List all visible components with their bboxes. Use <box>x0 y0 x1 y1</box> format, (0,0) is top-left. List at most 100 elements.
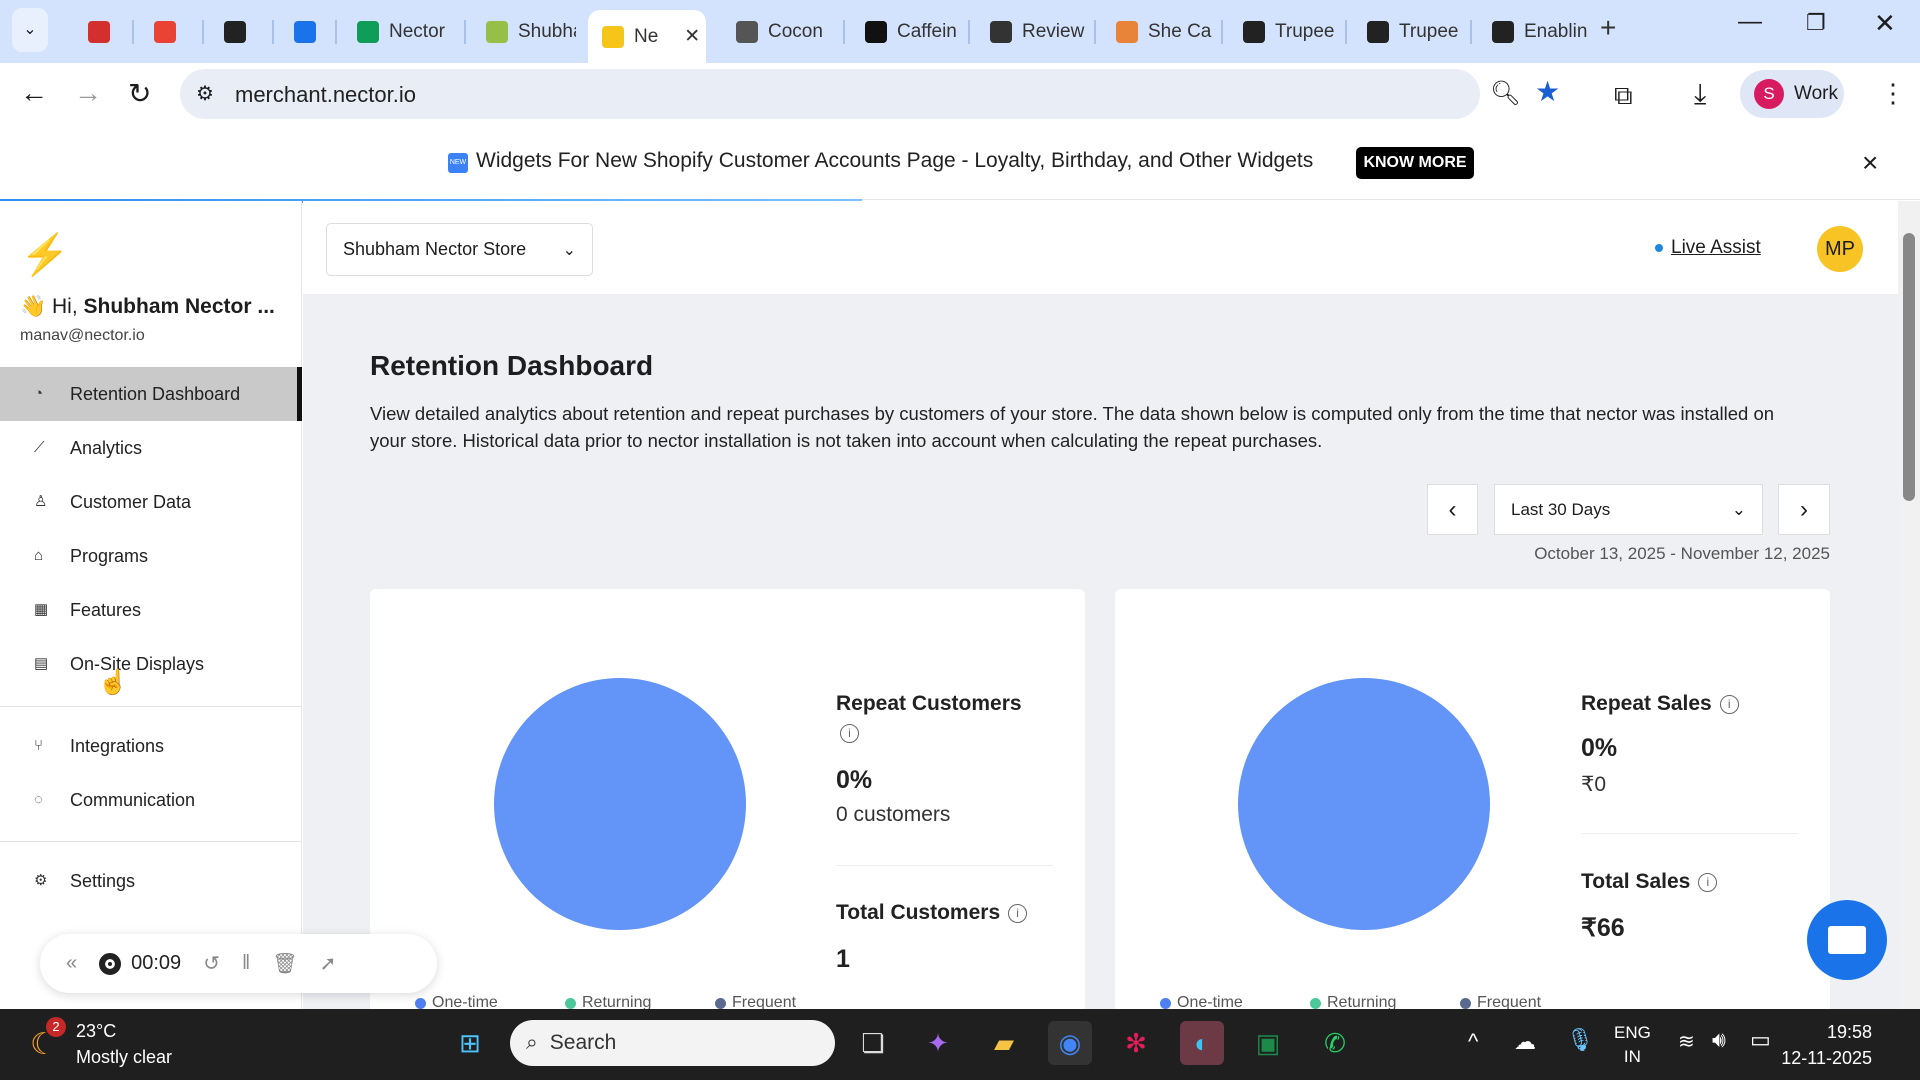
info-icon[interactable]: i <box>840 724 859 743</box>
scrollbar[interactable] <box>1898 201 1920 1009</box>
microphone-icon[interactable]: 🎙︎ <box>1566 1027 1594 1053</box>
prev-period-button[interactable]: ‹ <box>1427 484 1478 535</box>
close-tab-icon[interactable]: ✕ <box>684 25 700 48</box>
task-view-icon[interactable]: ❏ <box>851 1021 895 1065</box>
zoom-icon[interactable]: 🔍︎ <box>1490 79 1520 108</box>
excel-icon[interactable]: ▣ <box>1246 1021 1290 1065</box>
tab[interactable]: Cocon <box>722 10 836 54</box>
edge-icon[interactable]: ◐ <box>1180 1021 1224 1065</box>
tab-separator <box>843 20 845 44</box>
stop-icon[interactable] <box>99 952 122 975</box>
total-sales-value: ₹66 <box>1581 914 1625 942</box>
volume-icon[interactable]: 🔊︎ <box>1712 1027 1726 1053</box>
sidebar-item-label: Programs <box>70 545 149 566</box>
nector-logo-icon[interactable]: ⚡ <box>20 231 70 278</box>
store-select[interactable]: Shubham Nector Store ⌄ <box>326 223 593 276</box>
battery-icon[interactable]: ▭ <box>1750 1027 1771 1053</box>
avatar[interactable]: MP <box>1817 226 1863 272</box>
tab-active[interactable]: Ne ✕ <box>588 10 706 63</box>
restore-button[interactable]: ❐ <box>1806 10 1826 36</box>
chevron-down-icon: ⌄ <box>562 241 576 259</box>
know-more-button[interactable]: KNOW MORE <box>1356 147 1474 179</box>
tab-separator <box>464 20 466 44</box>
sidebar-item-retention-dashboard[interactable]: ◔ Retention Dashboard <box>0 367 302 421</box>
weather-widget[interactable]: ☾ 2 23°C Mostly clear <box>26 1017 226 1073</box>
extensions-icon[interactable]: ⧉ <box>1614 80 1633 112</box>
weather-temp: 23°C <box>76 1021 117 1041</box>
scrollbar-thumb[interactable] <box>1903 233 1915 501</box>
nav-icon: ▤ <box>34 655 49 672</box>
collapse-icon[interactable]: « <box>66 952 77 975</box>
tab[interactable]: Caffein <box>851 10 961 54</box>
tab[interactable]: Trupee <box>1353 10 1463 54</box>
info-icon[interactable]: i <box>1008 903 1028 923</box>
close-window-button[interactable]: ✕ <box>1874 8 1896 39</box>
sidebar-item-label: Communication <box>70 789 196 810</box>
pointer-icon[interactable]: ➚ <box>320 951 337 976</box>
profile-button[interactable]: S Work <box>1740 70 1844 118</box>
url-field[interactable]: ⚙ merchant.nector.io 🔍︎ ★ <box>180 69 1560 119</box>
sidebar-item-settings[interactable]: ⚙ Settings <box>0 854 302 908</box>
onedrive-icon[interactable]: ☁ <box>1514 1029 1536 1055</box>
tab[interactable]: She Ca <box>1102 10 1212 54</box>
sidebar-item-analytics[interactable]: ⟋ Analytics <box>0 421 302 475</box>
info-icon[interactable]: i <box>1698 872 1718 892</box>
chat-icon <box>1828 926 1866 954</box>
back-icon[interactable]: ← <box>20 77 48 109</box>
tab[interactable]: Trupee <box>1229 10 1335 54</box>
live-assist-link[interactable]: Live Assist <box>1655 237 1761 259</box>
language-indicator[interactable]: ENG IN <box>1614 1021 1651 1069</box>
sidebar-item-communication[interactable]: ◌ Communication <box>0 773 302 827</box>
slack-icon[interactable]: ✻ <box>1114 1021 1158 1065</box>
divider <box>0 706 302 707</box>
bookmark-star-icon[interactable]: ★ <box>1535 75 1560 108</box>
next-period-button[interactable]: › <box>1778 484 1830 535</box>
sidebar-item-label: Integrations <box>70 735 165 756</box>
download-icon[interactable]: ⤓ <box>1694 78 1706 111</box>
start-icon[interactable]: ⊞ <box>448 1021 492 1065</box>
tab[interactable]: Nector <box>343 10 455 54</box>
period-select[interactable]: Last 30 Days ⌄ <box>1494 484 1763 535</box>
sidebar-item-label: On-Site Displays <box>70 653 205 674</box>
delete-icon[interactable]: 🗑︎ <box>272 951 297 976</box>
tab[interactable] <box>140 10 184 54</box>
search-icon: ⌕ <box>526 1031 538 1054</box>
tab-separator <box>272 20 274 44</box>
copilot-icon[interactable]: ✦ <box>916 1021 960 1065</box>
pause-icon[interactable]: ‖ <box>242 952 250 975</box>
chevron-down-icon: ⌄ <box>1731 499 1746 519</box>
info-icon[interactable]: i <box>1719 694 1739 714</box>
taskbar-search[interactable]: ⌕ Search <box>510 1020 835 1066</box>
file-explorer-icon[interactable]: ▰ <box>982 1021 1026 1065</box>
taskbar: ☾ 2 23°C Mostly clear ⊞ ⌕ Search ❏ ✦ ▰ ◉ … <box>0 1009 1920 1080</box>
tab[interactable] <box>74 10 118 54</box>
new-tab-button[interactable]: + <box>1600 12 1616 44</box>
whatsapp-icon[interactable]: ✆ <box>1313 1021 1357 1065</box>
sidebar-item-integrations[interactable]: ⑂ Integrations <box>0 719 302 773</box>
browser-menu-icon[interactable]: ⋮ <box>1880 78 1906 109</box>
tab[interactable] <box>280 10 324 54</box>
tab[interactable]: Enablin <box>1478 10 1588 54</box>
tab[interactable]: Review <box>976 10 1086 54</box>
site-info-icon[interactable]: ⚙ <box>196 81 214 106</box>
tab-search-button[interactable]: ⌄ <box>12 8 48 52</box>
restart-icon[interactable]: ↺ <box>203 951 220 976</box>
tray-overflow-icon[interactable]: ^ <box>1468 1029 1478 1055</box>
chat-button[interactable] <box>1807 900 1887 980</box>
sidebar-item-customer-data[interactable]: ♙ Customer Data <box>0 475 302 529</box>
reload-icon[interactable]: ↻ <box>128 77 151 110</box>
chrome-icon[interactable]: ◉ <box>1048 1021 1092 1065</box>
clock[interactable]: 19:58 12-11-2025 <box>1781 1019 1872 1071</box>
tab[interactable]: Shubha <box>472 10 576 54</box>
tab[interactable] <box>210 10 254 54</box>
sidebar-item-on-site-displays[interactable]: ▤ On-Site Displays <box>0 637 302 691</box>
sidebar-item-programs[interactable]: ⌂ Programs <box>0 529 302 583</box>
nav-icon: ◌ <box>34 791 43 808</box>
wifi-icon[interactable]: ≋ <box>1678 1029 1695 1054</box>
forward-icon[interactable]: → <box>74 77 102 109</box>
minimize-button[interactable]: — <box>1738 8 1762 36</box>
greeting-prefix: Hi, <box>52 295 84 318</box>
close-banner-button[interactable]: × <box>1862 147 1878 179</box>
repeat-customers-pct: 0% <box>836 766 873 794</box>
sidebar-item-features[interactable]: ▦ Features <box>0 583 302 637</box>
